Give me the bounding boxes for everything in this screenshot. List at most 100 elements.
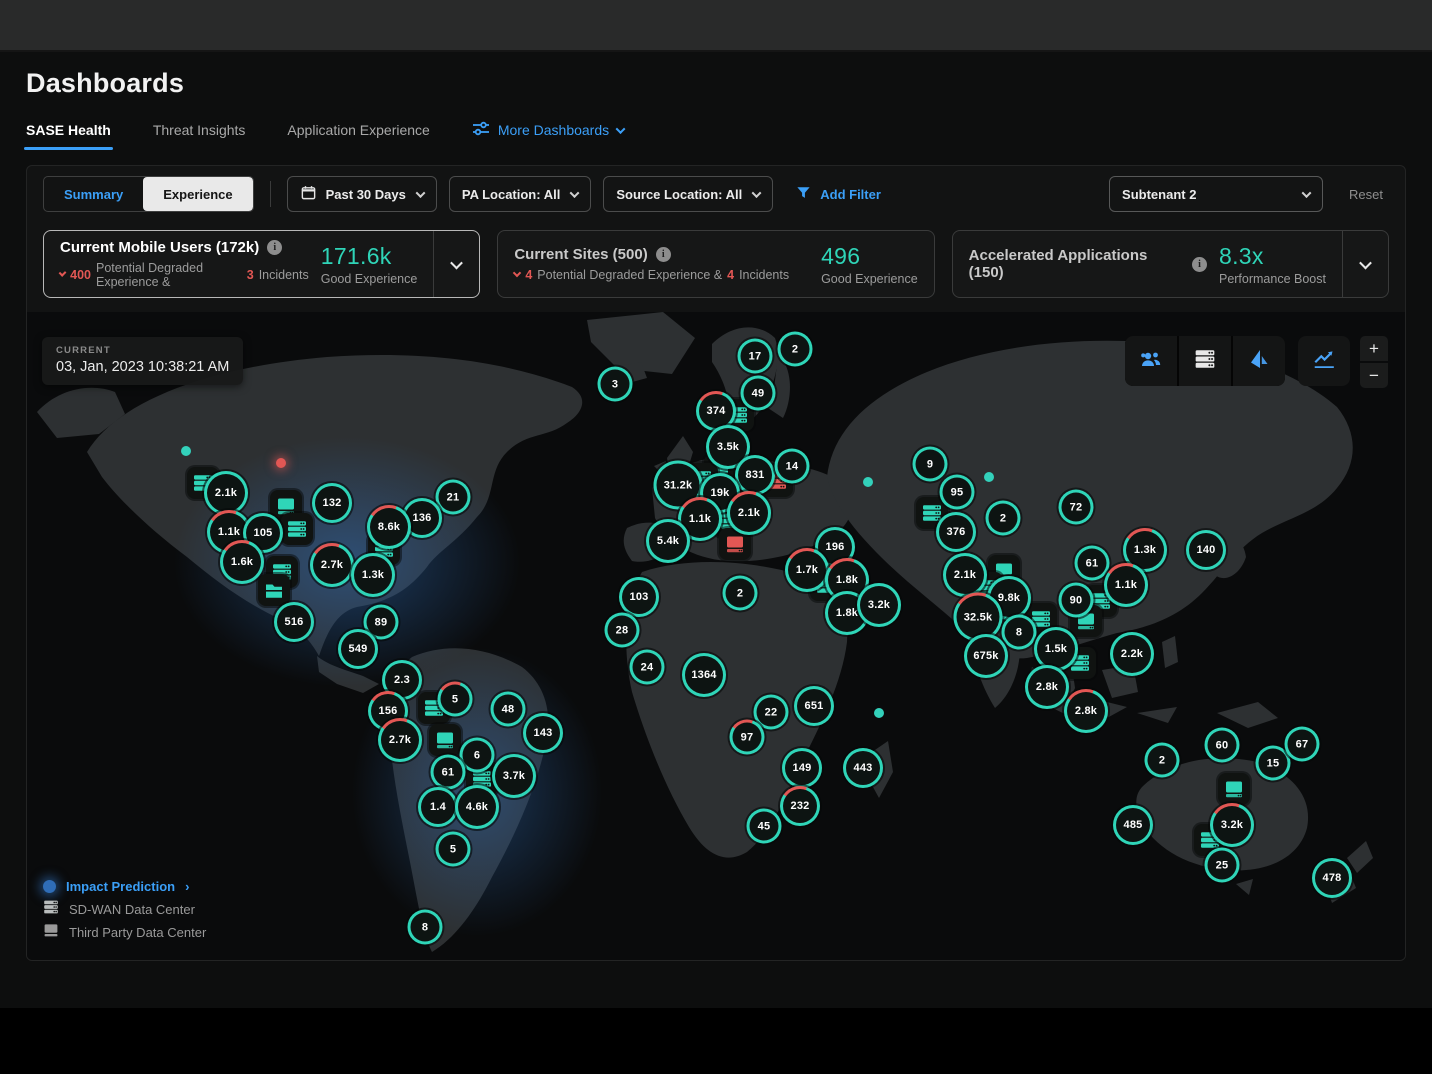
summary-toggle-button[interactable]: Summary [44,177,143,211]
map-location-badge[interactable]: 2 [723,576,758,611]
map-location-badge[interactable]: 1.4 [418,787,458,827]
map-location-badge[interactable]: 28 [605,613,640,648]
chevron-down-icon [570,188,580,198]
card-current-sites[interactable]: Current Sites (500) i 4 Potential Degrad… [497,230,934,298]
map-location-badge[interactable]: 8.6k [367,505,411,549]
map-location-badge[interactable]: 72 [1059,490,1094,525]
pa-location-dropdown[interactable]: PA Location: All [449,176,591,212]
map-location-badge[interactable]: 3.2k [857,583,901,627]
time-range-dropdown[interactable]: Past 30 Days [287,176,437,212]
map-location-badge[interactable]: 516 [274,602,314,642]
map-location-badge[interactable]: 675k [964,634,1008,678]
map-location-badge[interactable]: 651 [794,686,834,726]
map-location-badge[interactable]: 21 [436,480,471,515]
map-location-badge[interactable]: 132 [312,483,352,523]
map-location-badge[interactable]: 2 [1145,743,1180,778]
map-location-badge[interactable]: 443 [843,748,883,788]
map-location-badge[interactable]: 61 [1075,546,1110,581]
map-location-badge[interactable]: 24 [630,650,665,685]
legend-impact-prediction[interactable]: Impact Prediction › [43,875,206,898]
map-location-badge[interactable]: 2 [778,332,813,367]
source-location-dropdown[interactable]: Source Location: All [603,176,773,212]
map-location-badge[interactable]: 2.1k [727,491,771,535]
tab-application-experience[interactable]: Application Experience [287,122,429,150]
map-location-badge[interactable]: 549 [338,629,378,669]
datacenter-layer-button[interactable] [1179,336,1231,386]
monitor-map-icon[interactable] [429,724,461,756]
users-layer-button[interactable] [1125,336,1177,386]
map-location-badge[interactable]: 143 [523,713,563,753]
map-location-badge[interactable]: 60 [1205,728,1240,763]
map-location-badge[interactable]: 1.3k [351,553,395,597]
zoom-out-button[interactable]: − [1360,363,1388,388]
map-location-badge[interactable]: 97 [730,720,765,755]
map-location-badge[interactable]: 376 [936,512,976,552]
legend-label: Impact Prediction [66,879,175,894]
tab-sase-health[interactable]: SASE Health [26,122,111,150]
card-accelerated-applications[interactable]: Accelerated Applications (150) i 8.3x Pe… [952,230,1389,298]
map-location-badge[interactable]: 3 [598,367,633,402]
map-location-badge[interactable]: 8 [1002,615,1037,650]
map-location-badge[interactable]: 831 [735,455,775,495]
map-location-badge[interactable]: 14 [775,449,810,484]
map-location-badge[interactable]: 3.7k [492,754,536,798]
chart-icon [1312,348,1336,375]
map-location-badge[interactable]: 48 [491,692,526,727]
prisma-layer-button[interactable] [1233,336,1285,386]
map-location-badge[interactable]: 2.1k [204,471,248,515]
map-location-badge[interactable]: 5.4k [646,519,690,563]
info-icon[interactable]: i [1192,257,1207,272]
map-location-badge[interactable]: 17 [738,339,773,374]
add-filter-button[interactable]: Add Filter [795,184,881,204]
monitor-map-icon[interactable] [1218,773,1250,805]
map-location-badge[interactable]: 3.2k [1210,803,1254,847]
map-location-badge[interactable]: 1.6k [220,540,264,584]
card-expand-button[interactable] [433,231,479,297]
experience-toggle-button[interactable]: Experience [143,177,252,211]
map-location-badge[interactable]: 5 [438,682,473,717]
map-location-badge[interactable]: 2.8k [1064,689,1108,733]
map-location-badge[interactable]: 1.1k [1104,563,1148,607]
map-location-badge[interactable]: 45 [747,809,782,844]
degraded-count: 400 [70,268,91,282]
map-location-badge[interactable]: 2.2k [1110,632,1154,676]
subtenant-dropdown[interactable]: Subtenant 2 [1109,176,1323,212]
world-map[interactable]: 2.1k132211368.6k1.1k1051.6k2.7k1.3k51689… [27,312,1405,960]
chart-view-button[interactable] [1298,336,1350,386]
card-expand-button[interactable] [1342,231,1388,297]
map-location-badge[interactable]: 9 [913,447,948,482]
map-location-badge[interactable]: 2.8k [1025,665,1069,709]
map-location-badge[interactable]: 95 [940,475,975,510]
map-location-badge[interactable]: 149 [782,748,822,788]
info-icon[interactable]: i [656,247,671,262]
map-location-badge[interactable]: 232 [780,786,820,826]
map-location-badge[interactable]: 90 [1059,583,1094,618]
map-location-badge[interactable]: 485 [1113,805,1153,845]
zoom-in-button[interactable]: + [1360,336,1388,361]
map-location-badge[interactable]: 4.6k [455,785,499,829]
card-current-mobile-users[interactable]: Current Mobile Users (172k) i 400 Potent… [43,230,480,298]
map-location-badge[interactable]: 5 [436,832,471,867]
map-location-badge[interactable]: 32.5k [954,593,1003,642]
folder-map-icon[interactable] [258,574,290,606]
info-icon[interactable]: i [267,240,282,255]
more-dashboards-menu[interactable]: More Dashboards [472,120,624,152]
map-location-badge[interactable]: 1.5k [1034,627,1078,671]
tab-threat-insights[interactable]: Threat Insights [153,122,246,150]
sdwan-server-map-icon[interactable] [281,513,313,545]
map-location-badge[interactable]: 2.1k [943,553,987,597]
map-location-badge[interactable]: 2 [986,501,1021,536]
reset-button[interactable]: Reset [1349,187,1383,202]
map-location-badge[interactable]: 8 [408,910,443,945]
map-location-badge[interactable]: 2.7k [310,543,354,587]
map-location-badge[interactable]: 140 [1186,530,1226,570]
map-location-badge[interactable]: 1.7k [785,548,829,592]
map-location-badge[interactable]: 478 [1312,858,1352,898]
map-location-badge[interactable]: 25 [1205,848,1240,883]
map-location-badge[interactable]: 1364 [682,653,726,697]
map-location-badge[interactable]: 103 [619,577,659,617]
map-location-badge[interactable]: 2.7k [378,718,422,762]
map-location-badge[interactable]: 61 [431,755,466,790]
map-location-badge[interactable]: 67 [1285,727,1320,762]
map-location-badge[interactable]: 49 [741,376,776,411]
